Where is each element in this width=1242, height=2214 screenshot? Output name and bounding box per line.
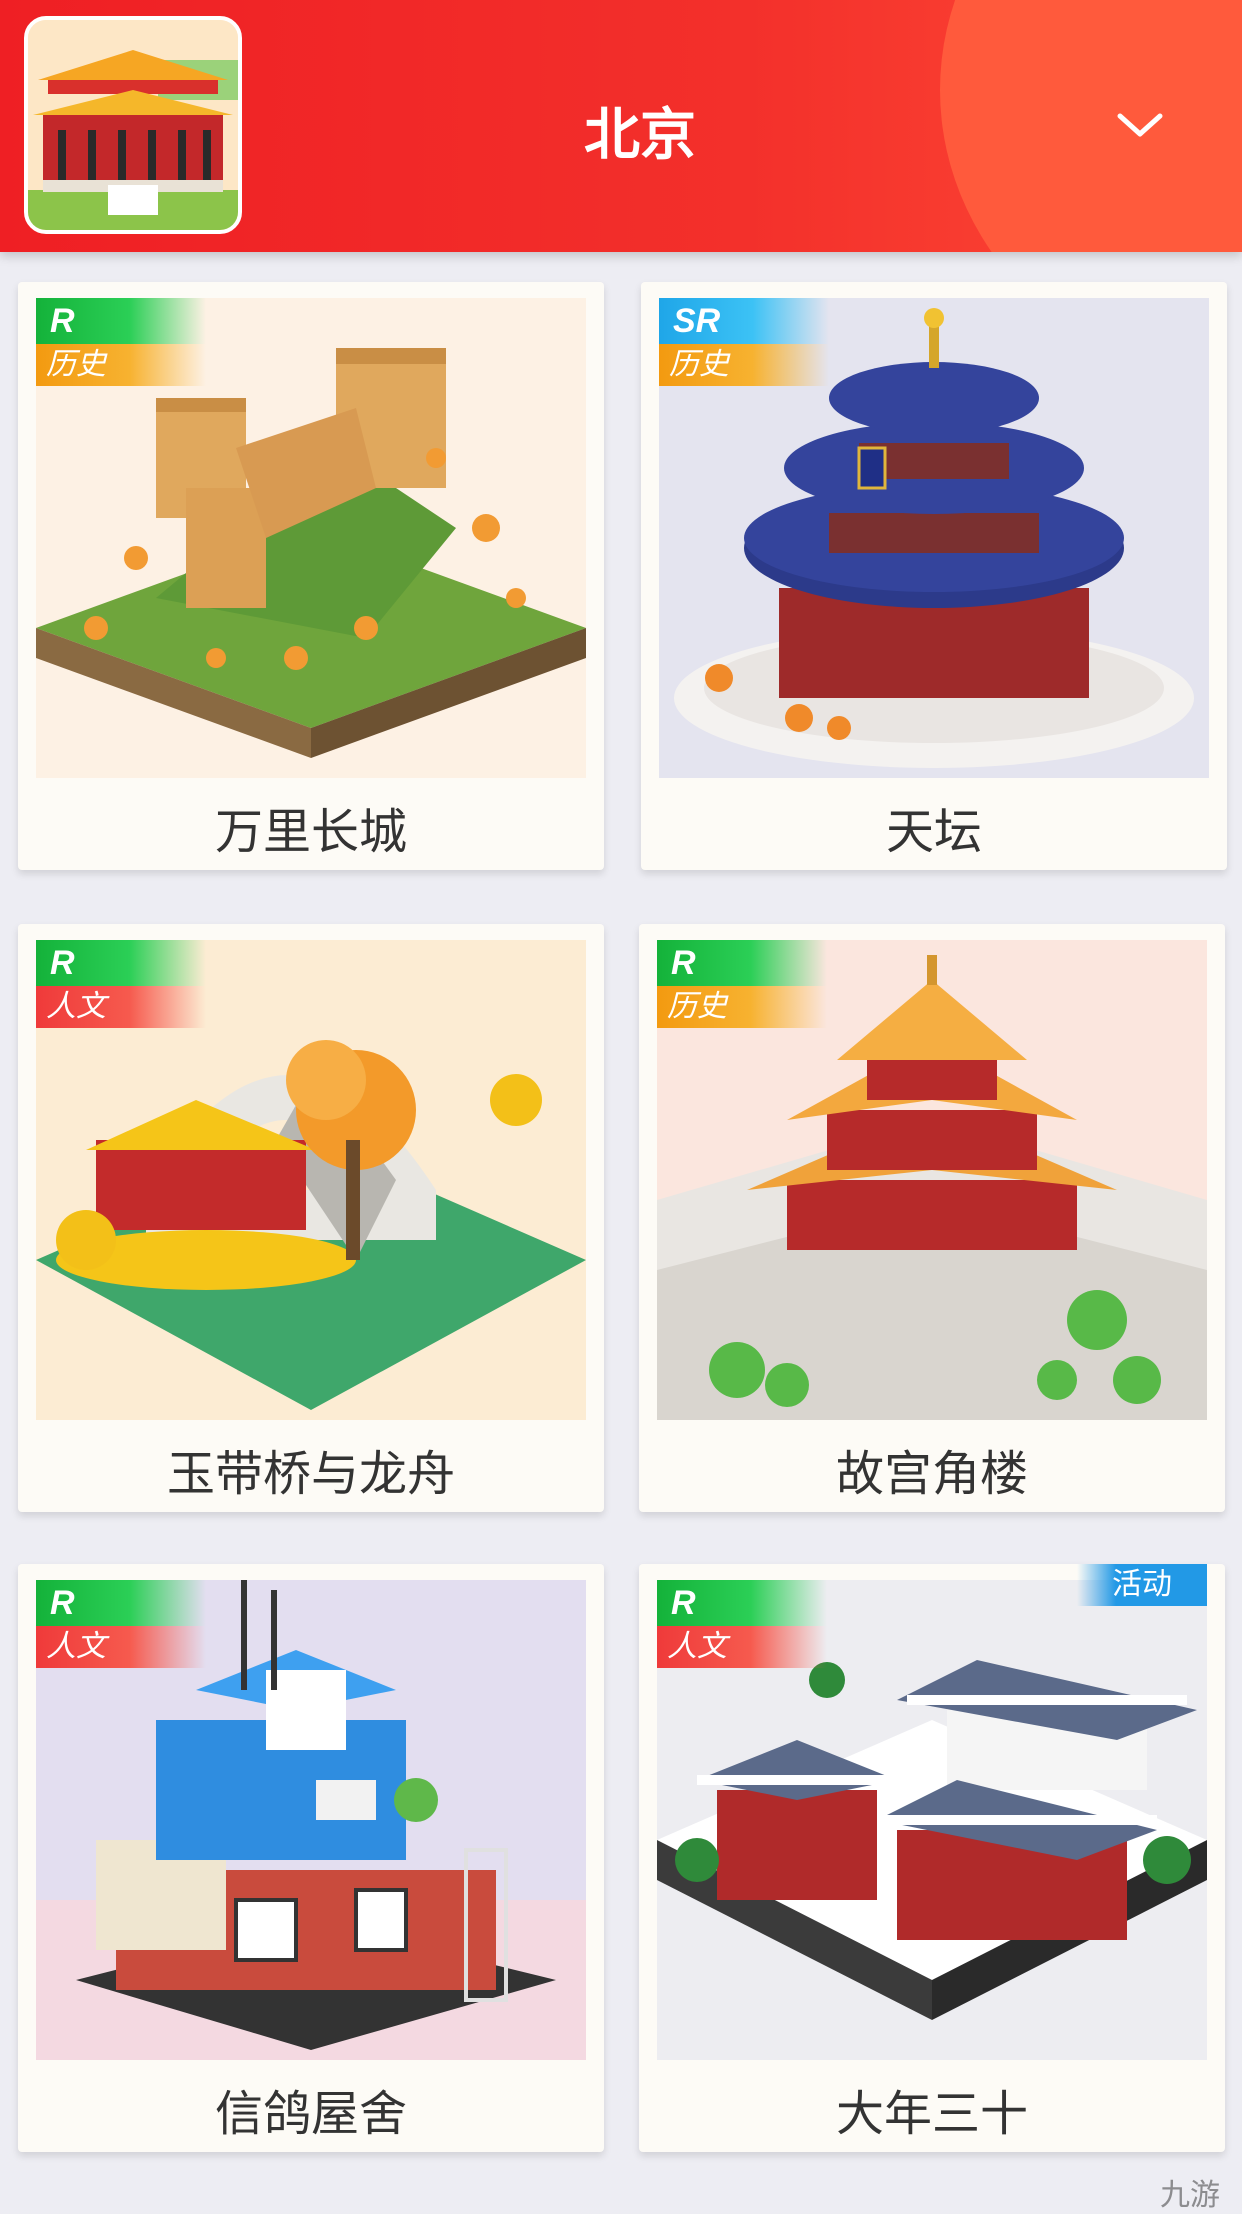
forbidden-city-icon	[28, 20, 238, 230]
chevron-down-icon	[1117, 113, 1163, 137]
landmark-card-jade-belt-bridge[interactable]: R 人文 玉带桥与龙舟	[18, 924, 604, 1512]
watermark: 九游	[1160, 2178, 1220, 2213]
rarity-badge: R	[36, 940, 206, 986]
landmark-card-great-wall[interactable]: R 历史 万里长城	[18, 282, 604, 870]
landmark-name: 天坛	[885, 804, 982, 860]
landmark-name: 信鸽屋舍	[214, 2086, 407, 2142]
landmark-name: 故宫角楼	[835, 1446, 1028, 1502]
landmark-name: 玉带桥与龙舟	[166, 1446, 455, 1502]
landmark-card-new-years-eve[interactable]: R 人文 活动 大年三十	[639, 1564, 1225, 2152]
category-tag: 历史	[657, 986, 827, 1028]
rarity-badge: SR	[659, 298, 829, 344]
city-thumbnail[interactable]	[24, 16, 242, 234]
rarity-badge: R	[36, 1580, 206, 1626]
category-tag: 历史	[659, 344, 829, 386]
category-tag: 历史	[36, 344, 206, 386]
landmark-card-temple-of-heaven[interactable]: SR 历史 天坛	[641, 282, 1227, 870]
rarity-badge: R	[657, 940, 827, 986]
header-bar: 北京	[0, 0, 1242, 252]
rarity-badge: R	[36, 298, 206, 344]
category-tag: 人文	[36, 1626, 206, 1668]
rarity-badge: R	[657, 1580, 827, 1626]
landmark-name: 大年三十	[835, 2086, 1028, 2142]
city-dropdown-button[interactable]	[1100, 96, 1180, 156]
landmark-name: 万里长城	[214, 804, 407, 860]
event-badge: 活动	[1077, 1564, 1207, 1606]
landmark-card-corner-tower[interactable]: R 历史 故宫角楼	[639, 924, 1225, 1512]
header-decoration	[940, 0, 1242, 252]
category-tag: 人文	[36, 986, 206, 1028]
category-tag: 人文	[657, 1626, 827, 1668]
landmark-card-pigeon-house[interactable]: R 人文 信鸽屋舍	[18, 1564, 604, 2152]
city-title: 北京	[584, 103, 696, 168]
